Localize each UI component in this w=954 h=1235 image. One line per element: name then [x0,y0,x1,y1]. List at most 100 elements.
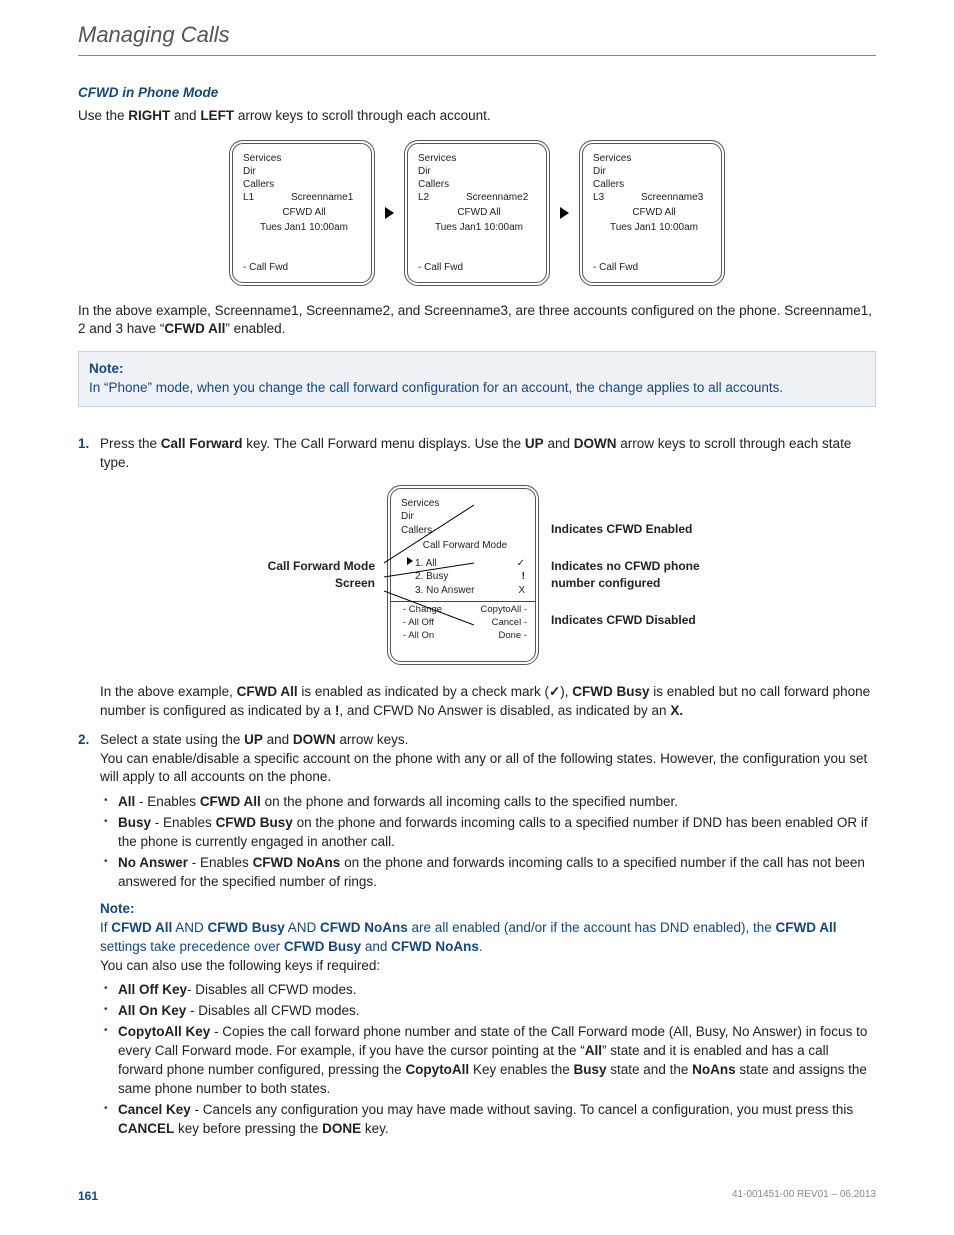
t: DOWN [574,436,617,451]
t: 3. No Answer [407,584,474,598]
opt-row-noanswer: 3. No Answer X [401,584,529,598]
date-label: Tues Jan1 10:00am [418,221,540,234]
t: All [585,1043,602,1058]
x-icon: X [518,584,525,598]
intro-text: Use the RIGHT and LEFT arrow keys to scr… [78,107,876,126]
indicator-labels: Indicates CFWD Enabled Indicates no CFWD… [551,521,721,628]
t: CFWD NoAns [253,855,341,870]
t: In the above example, [100,684,237,699]
screenname: Screenname1 [291,192,353,203]
t: All [118,794,135,809]
explain-para: In the above example, Screenname1, Scree… [78,302,876,340]
sk-alloff: - All Off [403,617,442,630]
step-1: Press the Call Forward key. The Call For… [78,435,876,721]
t: CopytoAll [405,1062,469,1077]
t: and [263,732,293,747]
bullet-all: All - Enables CFWD All on the phone and … [100,793,876,812]
phone-screen-1: Services Dir Callers L1 Screenname1 CFWD … [229,140,375,286]
t: DOWN [293,732,336,747]
page-number: 161 [78,1188,98,1205]
t: key. [361,1121,389,1136]
t: key before pressing the [174,1121,322,1136]
cfwd-label: CFWD All [593,206,715,219]
t: Callers [418,178,540,191]
t: ” enabled. [225,321,285,336]
sk-allon: - All On [403,630,442,643]
line-no: L1 [243,191,271,204]
sk-change: - Change [403,604,442,617]
t: 1. All [415,558,437,569]
t: X. [670,703,683,718]
t: NoAns [692,1062,736,1077]
t: Use the [78,108,128,123]
doc-id: 41-001451-00 REV01 – 06.2013 [732,1188,876,1205]
note-box: Note: In “Phone” mode, when you change t… [78,351,876,407]
bullet-noanswer: No Answer - Enables CFWD NoAns on the ph… [100,854,876,892]
t: and [361,939,391,954]
cfwd-label: CFWD All [243,206,365,219]
line-no: L2 [418,191,446,204]
note-title: Note: [89,360,865,379]
phone-screen-2: Services Dir Callers L2Screenname2 CFWD … [404,140,550,286]
sk-copytoall: CopytoAll - [481,604,527,617]
phone-cfwd-mode: Services Dir Callers Call Forward Mode 1… [387,485,539,665]
t: - Enables [135,794,200,809]
t: CFWD NoAns [391,939,479,954]
t: is enabled as indicated by a check mark … [298,684,549,699]
t: - Disables all CFWD modes. [187,982,357,997]
t: and [544,436,574,451]
state-bullets: All - Enables CFWD All on the phone and … [100,793,876,891]
bullet-allon: All On Key - Disables all CFWD modes. [100,1002,876,1021]
bullet-alloff: All Off Key- Disables all CFWD modes. [100,981,876,1000]
arrow-right-icon [385,207,394,219]
bullet-cancel: Cancel Key - Cancels any configuration y… [100,1101,876,1139]
t: - Cancels any configuration you may have… [191,1102,853,1117]
t: Callers [593,178,715,191]
date-label: Tues Jan1 10:00am [243,221,365,234]
t: Select a state using the [100,732,244,747]
softkey: - Call Fwd [593,261,638,274]
t: All On Key [118,1003,186,1018]
t: Dir [401,510,529,524]
t: You can enable/disable a specific accoun… [100,750,876,788]
opt-row-busy: 2. Busy! [401,570,529,584]
t: Dir [593,165,715,178]
softkey-row: - Change - All Off - All On CopytoAll - … [401,604,529,642]
cfwd-label: CFWD All [418,206,540,219]
t: Services [418,152,540,165]
t: - Disables all CFWD modes. [186,1003,359,1018]
screenname: Screenname2 [466,192,528,203]
t: and [170,108,200,123]
t: CFWD All [776,920,837,935]
diagram-cfwd-mode: Call Forward Mode Screen Services Dir Ca… [100,485,876,665]
t: Services [243,152,365,165]
t: Busy [118,815,151,830]
bang-icon: ! [522,570,525,584]
t: If [100,920,111,935]
phone-row: Services Dir Callers L1 Screenname1 CFWD … [78,140,876,286]
step1-after-para: In the above example, CFWD All is enable… [100,683,876,721]
t: ), [560,684,572,699]
page-header: Managing Calls [78,20,876,56]
step-2: Select a state using the UP and DOWN arr… [78,731,876,1139]
t: state and the [607,1062,693,1077]
t: UP [244,732,263,747]
t: Services [401,497,529,511]
t: Callers [401,524,529,538]
t: AND [285,920,320,935]
t: AND [172,920,207,935]
t: Key enables the [469,1062,573,1077]
ind-enabled: Indicates CFWD Enabled [551,521,721,538]
t: on the phone and forwards all incoming c… [261,794,678,809]
bullet-busy: Busy - Enables CFWD Busy on the phone an… [100,814,876,852]
t: Call Forward [161,436,243,451]
t: Busy [574,1062,607,1077]
key-bullets: All Off Key- Disables all CFWD modes. Al… [100,981,876,1138]
t: Callers [243,178,365,191]
t: CFWD All [111,920,172,935]
t: CFWD All [237,684,298,699]
t: Dir [243,165,365,178]
softkey: - Call Fwd [418,261,463,274]
t: settings take precedence over [100,939,284,954]
t: CANCEL [118,1121,174,1136]
